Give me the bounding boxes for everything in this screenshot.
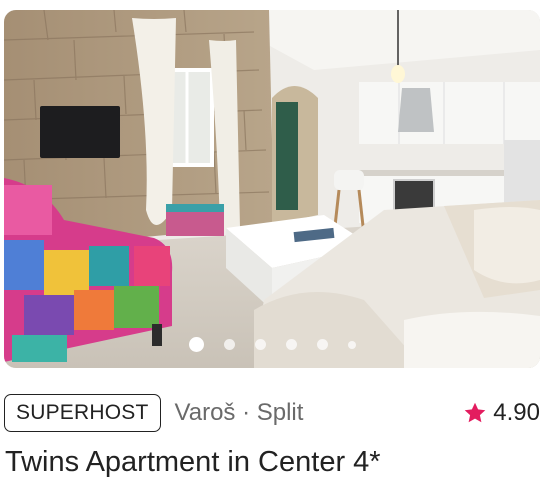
carousel-dots[interactable]: [4, 337, 540, 352]
carousel-dot-3[interactable]: [254, 339, 266, 350]
listing-card[interactable]: SUPERHOST Varoš · Split 4.90 Twins Apart…: [0, 0, 546, 486]
listing-title[interactable]: Twins Apartment in Center 4*: [5, 446, 381, 479]
carousel-dot-2[interactable]: [223, 339, 235, 350]
listing-photo[interactable]: [4, 10, 540, 368]
listing-meta-row: SUPERHOST Varoš · Split 4.90: [4, 393, 540, 433]
carousel-dot-5[interactable]: [316, 339, 328, 350]
carousel-dot-1[interactable]: [188, 337, 204, 352]
star-icon: [464, 402, 486, 423]
rating-value: 4.90: [493, 399, 540, 426]
room-illustration: [4, 10, 540, 368]
listing-location: Varoš · Split: [174, 399, 304, 426]
carousel-dot-4[interactable]: [285, 339, 297, 350]
listing-rating: 4.90: [463, 399, 540, 427]
superhost-badge: SUPERHOST: [4, 394, 161, 432]
carousel-dot-6[interactable]: [347, 340, 356, 349]
